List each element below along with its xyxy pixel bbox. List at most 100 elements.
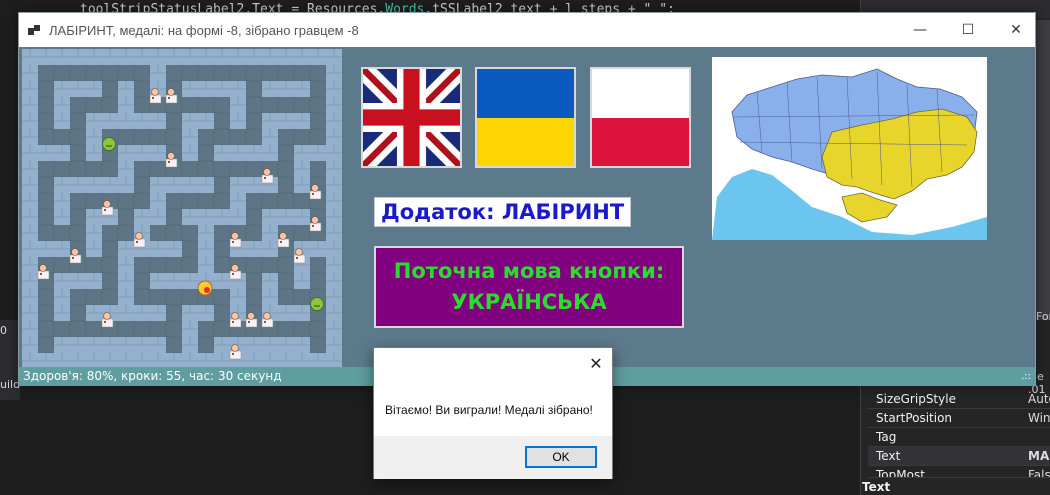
close-button[interactable]: ✕	[993, 13, 1039, 47]
app-name-label: Додаток: ЛАБІРИНТ	[374, 197, 632, 227]
enemy-icon	[69, 248, 82, 264]
maze-wall	[54, 113, 70, 129]
maximize-button[interactable]: ☐	[945, 13, 991, 47]
enemy-icon	[261, 168, 274, 184]
dialog-message: Вітаємо! Ви виграли! Медалі зібрано!	[385, 403, 593, 417]
maze-wall	[118, 177, 134, 193]
maze-wall	[198, 81, 214, 97]
maze-wall	[262, 241, 278, 257]
dialog-close-button[interactable]: ✕	[586, 354, 606, 374]
maze-wall	[246, 353, 262, 367]
prop-row-topmost[interactable]: TopMostFalse	[868, 466, 1050, 478]
prop-row-text[interactable]: Text MA	[868, 447, 1050, 466]
maze-wall	[262, 49, 278, 65]
maze-wall	[230, 145, 246, 161]
maze-wall	[22, 177, 38, 193]
maze-board[interactable]	[22, 49, 342, 367]
maze-wall	[294, 305, 310, 321]
maze-wall	[134, 113, 150, 129]
maze-wall	[86, 353, 102, 367]
maze-wall	[70, 353, 86, 367]
maze-wall	[54, 289, 70, 305]
maze-wall	[182, 209, 198, 225]
maze-wall	[246, 49, 262, 65]
maze-wall	[150, 113, 166, 129]
maze-wall	[22, 225, 38, 241]
maze-wall	[230, 209, 246, 225]
maze-wall	[150, 65, 166, 81]
prop-row-tag[interactable]: Tag	[868, 428, 1050, 447]
maze-wall	[70, 273, 86, 289]
prop-row-sizegrip[interactable]: SizeGripStyleAuto	[868, 390, 1050, 409]
size-grip[interactable]: .::	[1021, 367, 1031, 386]
maze-wall	[118, 289, 134, 305]
maze-wall	[294, 113, 310, 129]
properties-scrollbar[interactable]	[1034, 20, 1050, 320]
enemy-icon	[277, 232, 290, 248]
ukraine-flag-icon[interactable]	[475, 67, 576, 168]
maze-wall	[150, 241, 166, 257]
maze-wall	[262, 337, 278, 353]
maze-wall	[86, 177, 102, 193]
maze-wall	[118, 353, 134, 367]
maze-wall	[326, 81, 342, 97]
maze-wall	[326, 193, 342, 209]
poland-flag-icon[interactable]	[590, 67, 691, 168]
maze-wall	[278, 337, 294, 353]
maze-wall	[246, 177, 262, 193]
prop-row-startposition[interactable]: StartPosition Win	[868, 409, 1050, 428]
maze-wall	[230, 49, 246, 65]
maze-wall	[230, 97, 246, 113]
maze-wall	[262, 273, 278, 289]
maze-wall	[150, 305, 166, 321]
maze-wall	[182, 81, 198, 97]
maze-wall	[246, 241, 262, 257]
maze-wall	[326, 177, 342, 193]
maze-wall	[278, 209, 294, 225]
maze-wall	[278, 49, 294, 65]
maze-wall	[118, 161, 134, 177]
maze-wall	[326, 257, 342, 273]
maze-wall	[22, 321, 38, 337]
maze-wall	[22, 129, 38, 145]
maze-wall	[262, 145, 278, 161]
prop-fragment-for: For	[1036, 310, 1050, 323]
maze-wall	[86, 129, 102, 145]
maze-wall	[246, 337, 262, 353]
side-number: 0	[0, 324, 7, 337]
maze-wall	[118, 273, 134, 289]
maze-wall	[118, 337, 134, 353]
maze-wall	[214, 353, 230, 367]
language-button[interactable]: Поточна мова кнопки: УКРАЇНСЬКА	[374, 246, 684, 328]
maze-wall	[22, 113, 38, 129]
language-button-line1: Поточна мова кнопки:	[393, 259, 665, 283]
maze-wall	[182, 273, 198, 289]
maze-wall	[150, 193, 166, 209]
maze-wall	[102, 49, 118, 65]
maze-wall	[326, 241, 342, 257]
maze-wall	[86, 49, 102, 65]
maze-wall	[262, 113, 278, 129]
maze-wall	[150, 49, 166, 65]
maze-wall	[262, 81, 278, 97]
minimize-button[interactable]: —	[897, 13, 943, 47]
uk-flag-icon[interactable]	[361, 67, 462, 168]
monster-icon	[102, 137, 116, 151]
maze-wall	[326, 337, 342, 353]
maze-wall	[182, 145, 198, 161]
maze-wall	[294, 145, 310, 161]
maze-wall	[182, 129, 198, 145]
ok-button[interactable]: OK	[525, 446, 597, 468]
maze-wall	[150, 145, 166, 161]
maze-wall	[22, 337, 38, 353]
maze-wall	[214, 49, 230, 65]
maze-wall	[86, 241, 102, 257]
maze-wall	[246, 145, 262, 161]
monster-icon	[310, 297, 324, 311]
window-titlebar[interactable]: ЛАБІРИНТ, медалі: на формі -8, зібрано г…	[19, 13, 1035, 47]
maze-wall	[134, 145, 150, 161]
maze-wall	[230, 177, 246, 193]
ukraine-map-graphic	[712, 57, 987, 240]
maze-wall	[182, 337, 198, 353]
maze-wall	[134, 305, 150, 321]
